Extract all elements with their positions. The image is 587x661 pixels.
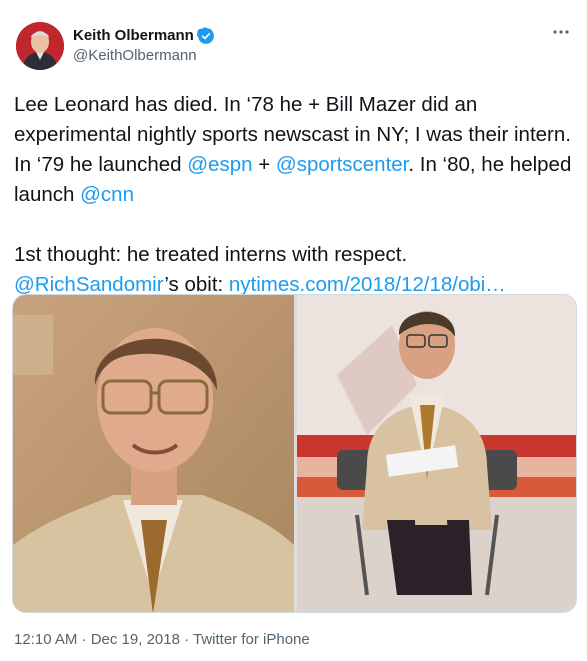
tweet-text-part: + [252,153,276,176]
tweet-text-part: 1st thought: he treated interns with res… [14,243,408,266]
author-handle[interactable]: @KeithOlbermann [73,46,215,66]
media-grid [12,294,577,613]
photo-left[interactable] [13,295,294,612]
author-display-name[interactable]: Keith Olbermann [73,26,194,46]
tweet-header: Keith Olbermann @KeithOlbermann [16,14,575,70]
author-names: Keith Olbermann @KeithOlbermann [73,26,215,66]
tweet-timestamp[interactable]: 12:10 AM · Dec 19, 2018 · Twitter for iP… [14,630,310,650]
closeup-photo [13,295,294,612]
photo-right[interactable] [297,295,576,612]
author-display-name-row[interactable]: Keith Olbermann [73,26,215,46]
avatar[interactable] [16,22,64,70]
mention-espn[interactable]: @espn [187,153,252,176]
tweet-text-part: ’s obit: [164,273,229,296]
avatar-image [16,22,64,70]
mention-sportscenter[interactable]: @sportscenter [276,153,408,176]
tweet-text: Lee Leonard has died. In ‘78 he + Bill M… [14,90,580,300]
nytimes-link[interactable]: nytimes.com/2018/12/18/obi… [229,273,506,296]
verified-badge-icon [195,27,215,45]
mention-cnn[interactable]: @cnn [80,183,134,206]
more-options-icon[interactable] [549,22,573,46]
mention-richsandomir[interactable]: @RichSandomir [14,273,164,296]
seated-studio-photo [297,295,576,612]
